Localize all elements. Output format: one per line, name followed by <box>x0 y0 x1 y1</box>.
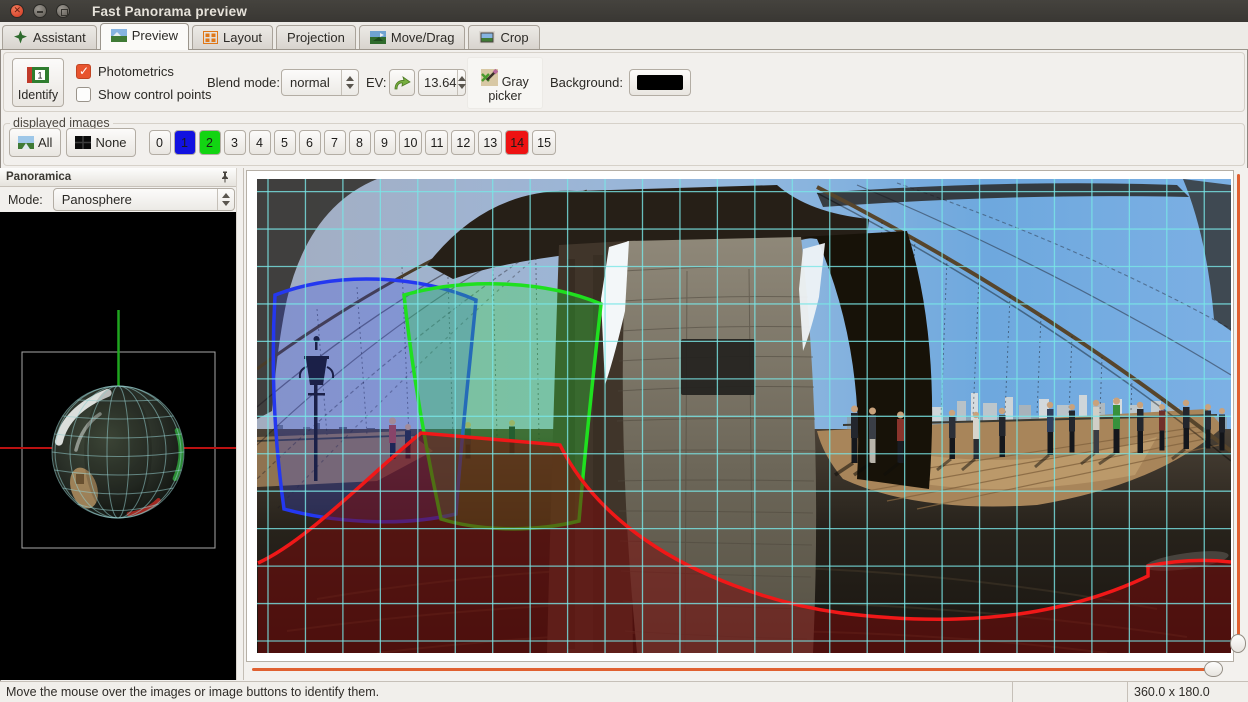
minimize-button[interactable] <box>33 4 47 18</box>
identify-icon: 1 <box>27 67 49 83</box>
assistant-icon <box>13 30 28 44</box>
green-arrow-icon <box>393 76 411 90</box>
crop-icon <box>479 31 495 44</box>
ev-reset-button[interactable] <box>389 69 415 96</box>
none-label: None <box>95 135 126 150</box>
tab-bar: Assistant Preview Layout Projection Move… <box>0 22 1248 50</box>
tab-label: Assistant <box>33 30 86 45</box>
window-title: Fast Panorama preview <box>92 4 247 19</box>
displayed-images-group: displayed images All None 0 1 2 3 4 5 6 … <box>3 116 1245 166</box>
ev-label: EV: <box>366 75 386 90</box>
panorama-canvas[interactable] <box>257 179 1231 653</box>
layout-icon <box>203 31 218 44</box>
app-window: Fast Panorama preview Assistant Preview … <box>0 0 1248 702</box>
tab-label: Move/Drag <box>391 30 455 45</box>
panoramica-title: Panoramica <box>6 171 220 183</box>
all-images-icon <box>18 136 34 149</box>
photometrics-row: Photometrics <box>76 64 174 79</box>
image-toggle-12[interactable]: 12 <box>451 130 475 155</box>
image-toggle-8[interactable]: 8 <box>349 130 371 155</box>
image-toggle-14[interactable]: 14 <box>505 130 529 155</box>
image-toggle-1[interactable]: 1 <box>174 130 196 155</box>
show-control-points-checkbox[interactable] <box>76 87 91 102</box>
background-color-button[interactable] <box>629 69 691 96</box>
maximize-button[interactable] <box>56 4 70 18</box>
show-all-button[interactable]: All <box>9 128 61 157</box>
image-toggle-2[interactable]: 2 <box>199 130 221 155</box>
blend-mode-label: Blend mode: <box>207 75 280 90</box>
image-toggle-15[interactable]: 15 <box>532 130 556 155</box>
spinner-arrows-icon[interactable] <box>457 70 466 95</box>
gray-picker-button[interactable]: Gray picker <box>467 57 543 109</box>
tab-layout[interactable]: Layout <box>192 25 273 49</box>
show-none-button[interactable]: None <box>66 128 135 157</box>
all-label: All <box>38 135 52 150</box>
move-drag-icon <box>370 31 386 44</box>
panosphere-canvas[interactable] <box>0 212 236 680</box>
mode-value: Panosphere <box>54 192 217 207</box>
close-button[interactable] <box>10 4 24 18</box>
tab-label: Layout <box>223 30 262 45</box>
horizontal-fov-slider-handle[interactable] <box>1204 661 1223 677</box>
image-toggle-0[interactable]: 0 <box>149 130 171 155</box>
tab-label: Crop <box>500 30 528 45</box>
preview-icon <box>111 29 127 42</box>
tab-projection[interactable]: Projection <box>276 25 356 49</box>
no-images-icon <box>75 136 91 149</box>
ev-spinbox[interactable]: 13.64 <box>418 69 466 96</box>
tab-assistant[interactable]: Assistant <box>2 25 97 49</box>
image-toggle-5[interactable]: 5 <box>274 130 296 155</box>
image-toggle-4[interactable]: 4 <box>249 130 271 155</box>
image-toggle-13[interactable]: 13 <box>478 130 502 155</box>
photometrics-checkbox[interactable] <box>76 64 91 79</box>
vertical-fov-slider-track[interactable] <box>1237 174 1240 652</box>
panorama-viewport[interactable] <box>246 170 1234 662</box>
background-label: Background: <box>550 75 623 90</box>
vertical-fov-slider-handle[interactable] <box>1230 634 1246 653</box>
mode-select[interactable]: Panosphere <box>53 188 235 211</box>
panel-splitter[interactable] <box>236 168 244 680</box>
spinner-arrows-icon[interactable] <box>341 70 358 95</box>
svg-text:1: 1 <box>37 71 42 81</box>
tab-crop[interactable]: Crop <box>468 25 539 49</box>
identify-button[interactable]: 1 Identify <box>12 58 64 107</box>
mode-label: Mode: <box>8 193 43 207</box>
image-toggle-9[interactable]: 9 <box>374 130 396 155</box>
ev-value: 13.64 <box>419 75 457 90</box>
image-toggle-6[interactable]: 6 <box>299 130 321 155</box>
panoramica-panel: Panoramica Mode: Panosphere <box>0 168 236 680</box>
photometrics-label: Photometrics <box>98 64 174 79</box>
tab-move-drag[interactable]: Move/Drag <box>359 25 466 49</box>
background-color-swatch <box>637 75 683 90</box>
preview-toolbar: 1 Identify Photometrics Show control poi… <box>3 52 1245 112</box>
show-control-points-label: Show control points <box>98 87 211 102</box>
image-toggle-3[interactable]: 3 <box>224 130 246 155</box>
panoramica-header: Panoramica <box>0 168 236 187</box>
gray-picker-icon <box>481 69 498 86</box>
tab-label: Projection <box>287 30 345 45</box>
mode-row: Mode: Panosphere <box>0 187 236 212</box>
blend-mode-value: normal <box>282 75 341 90</box>
status-bar: Move the mouse over the images or image … <box>0 681 1248 702</box>
show-control-points-row: Show control points <box>76 87 211 102</box>
displayed-images-row: All None 0 1 2 3 4 5 6 7 8 9 10 11 12 13 <box>4 128 1244 157</box>
titlebar: Fast Panorama preview <box>0 0 1248 22</box>
horizontal-fov-slider-track[interactable] <box>252 668 1222 671</box>
status-spare-cell <box>1013 682 1128 702</box>
tab-label: Preview <box>132 28 178 43</box>
identify-label: Identify <box>13 88 63 102</box>
pin-icon[interactable] <box>220 171 230 183</box>
status-message: Move the mouse over the images or image … <box>0 682 1013 702</box>
image-toggle-strip: 0 1 2 3 4 5 6 7 8 9 10 11 12 13 14 15 <box>149 130 557 155</box>
image-toggle-10[interactable]: 10 <box>399 130 423 155</box>
spinner-arrows-icon[interactable] <box>217 189 234 210</box>
pano-size-indicator: 360.0 x 180.0 <box>1128 682 1248 702</box>
tab-preview[interactable]: Preview <box>100 23 189 50</box>
preview-area <box>244 168 1248 681</box>
image-toggle-11[interactable]: 11 <box>425 130 448 155</box>
blend-mode-select[interactable]: normal <box>281 69 359 96</box>
image-toggle-7[interactable]: 7 <box>324 130 346 155</box>
